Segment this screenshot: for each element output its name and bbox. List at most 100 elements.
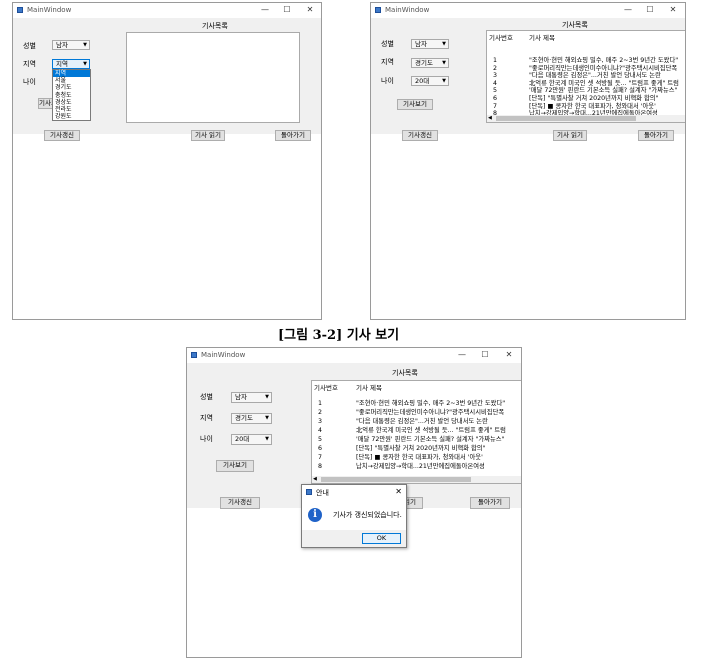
read-article-button-label: 기사 읽기 xyxy=(557,131,583,139)
refresh-articles-button-label: 기사갱신 xyxy=(50,131,74,139)
ok-button[interactable]: OK xyxy=(362,533,401,544)
row-number: 3 xyxy=(318,418,323,425)
age-combo[interactable]: 20대 ▼ xyxy=(231,434,272,445)
back-button[interactable]: 돌아가기 xyxy=(638,130,674,141)
scroll-left-icon[interactable]: ◀ xyxy=(313,476,317,483)
dropdown-item[interactable]: 경상도 xyxy=(53,99,90,106)
age-label: 나이 xyxy=(381,77,394,85)
list-row[interactable]: 6 [단독] "특별사찰 거쳐 2020년까지 비핵화 합의" xyxy=(312,444,521,453)
title-bar[interactable]: MainWindow — ☐ ✕ xyxy=(187,348,521,363)
article-list-empty[interactable] xyxy=(126,32,300,123)
read-article-button[interactable]: 기사 읽기 xyxy=(553,130,587,141)
age-combo-value: 20대 xyxy=(415,77,430,85)
row-number: 1 xyxy=(318,400,323,407)
list-row[interactable]: 3 "다음 대통령은 김정은"...거친 발언 당내서도 논란 xyxy=(312,417,521,426)
region-label: 지역 xyxy=(200,414,213,422)
chevron-down-icon: ▼ xyxy=(265,436,269,442)
region-combo[interactable]: 경기도 ▼ xyxy=(411,58,449,68)
gender-combo[interactable]: 남자 ▼ xyxy=(411,39,449,49)
article-list[interactable]: 기사번호 기사 제목 1 "조현아·현민 해외쇼핑 밀수, 매주 2~3번 9년간… xyxy=(486,30,685,123)
maximize-button[interactable]: ☐ xyxy=(643,5,657,15)
list-row[interactable]: 7 [단독] ■ 콩자한 한국 대표파가, 청와대서 '아웃' xyxy=(312,453,521,462)
region-combo[interactable]: 지역 ▼ xyxy=(52,59,90,69)
region-combo-value: 경기도 xyxy=(235,414,253,422)
maximize-button[interactable]: ☐ xyxy=(280,5,294,15)
dialog-title-bar[interactable]: 안내 ✕ xyxy=(302,485,406,499)
row-number: 2 xyxy=(493,64,498,72)
refresh-articles-button[interactable]: 기사갱신 xyxy=(44,130,80,141)
gender-combo[interactable]: 남자 ▼ xyxy=(231,392,272,403)
scrollbar-thumb[interactable] xyxy=(321,477,471,482)
column-header-number[interactable]: 기사번호 xyxy=(489,32,513,42)
scrollbar-thumb[interactable] xyxy=(496,116,636,121)
ok-button-label: OK xyxy=(376,534,387,542)
region-combo-value: 지역 xyxy=(56,60,68,68)
list-row[interactable]: 2 "좋로머리직만는데생인미수아니냐?"광주택시시비집단폭 xyxy=(312,408,521,417)
app-icon xyxy=(191,352,197,358)
list-column-header: 기사번호 기사 제목 xyxy=(312,381,521,392)
list-row[interactable]: 1 "조현아·현민 해외쇼핑 밀수, 매주 2~3번 9년간 도왔다" xyxy=(487,57,685,65)
column-header-title[interactable]: 기사 제목 xyxy=(529,32,555,42)
view-articles-button[interactable]: 기사보기 xyxy=(216,460,254,472)
list-row[interactable]: 3 "다음 대통령은 김정은"...거친 발언 당내서도 논란 xyxy=(487,72,685,80)
list-row[interactable]: 5 '매달 72만원' 핀란드 기본소득 실패? 설계자 "가짜뉴스" xyxy=(312,435,521,444)
refresh-articles-button[interactable]: 기사갱신 xyxy=(220,497,260,509)
row-title: '매달 72만원' 핀란드 기본소득 실패? 설계자 "가짜뉴스" xyxy=(529,87,678,95)
scroll-left-icon[interactable]: ◀ xyxy=(488,115,492,122)
window-title: MainWindow xyxy=(201,351,246,359)
dropdown-item[interactable]: 충청도 xyxy=(53,92,90,99)
age-combo[interactable]: 20대 ▼ xyxy=(411,76,449,86)
dialog-message: 기사가 갱신되었습니다. xyxy=(333,511,402,519)
window-title: MainWindow xyxy=(385,6,430,14)
list-row[interactable]: 5 '매달 72만원' 핀란드 기본소득 실패? 설계자 "가짜뉴스" xyxy=(487,87,685,95)
row-number: 5 xyxy=(493,87,498,95)
chevron-down-icon: ▼ xyxy=(83,42,87,48)
region-combo-value: 경기도 xyxy=(415,59,433,67)
maximize-button[interactable]: ☐ xyxy=(478,350,492,360)
minimize-button[interactable]: — xyxy=(258,5,272,15)
close-button[interactable]: ✕ xyxy=(303,5,317,15)
app-icon xyxy=(17,7,23,13)
minimize-button[interactable]: — xyxy=(621,5,635,15)
back-button[interactable]: 돌아가기 xyxy=(470,497,510,509)
list-column-header: 기사번호 기사 제목 xyxy=(487,31,685,42)
list-header: 기사목록 xyxy=(392,369,418,377)
region-combo[interactable]: 경기도 ▼ xyxy=(231,413,272,424)
row-title: "조현아·현민 해외쇼핑 밀수, 매주 2~3번 9년간 도왔다" xyxy=(529,57,679,64)
column-header-number[interactable]: 기사번호 xyxy=(314,382,338,392)
article-list[interactable]: 기사번호 기사 제목 1 "조현아·현민 해외쇼핑 밀수, 매주 2~3번 9년간… xyxy=(311,380,521,484)
gender-combo[interactable]: 남자 ▼ xyxy=(52,40,90,50)
minimize-button[interactable]: — xyxy=(455,350,469,360)
list-row[interactable]: 4 北억류 한국계 미국인 셋 석방될 듯... "트럼프 좋게" 트럼 xyxy=(312,426,521,435)
chevron-down-icon: ▼ xyxy=(442,78,446,84)
gender-label: 성별 xyxy=(23,42,36,50)
back-button[interactable]: 돌아가기 xyxy=(275,130,311,141)
row-number: 6 xyxy=(493,94,498,102)
read-article-button[interactable]: 기사 읽기 xyxy=(191,130,225,141)
view-articles-button[interactable]: 기사보기 xyxy=(397,99,433,110)
main-window-2: MainWindow — ☐ ✕ 기사목록 성별 지역 나이 남자 ▼ 경기도 … xyxy=(370,2,686,320)
horizontal-scrollbar[interactable]: ◀ xyxy=(487,115,685,122)
dialog-close-button[interactable]: ✕ xyxy=(395,487,402,496)
title-bar[interactable]: MainWindow — ☐ ✕ xyxy=(371,3,685,18)
gender-label: 성별 xyxy=(200,393,213,401)
info-icon: i xyxy=(308,508,322,522)
row-title: [단독] ■ 콩자한 한국 대표파가, 청와대서 '아웃' xyxy=(356,454,483,461)
title-bar[interactable]: MainWindow — ☐ ✕ xyxy=(13,3,321,18)
horizontal-scrollbar[interactable]: ◀ xyxy=(312,476,521,483)
row-title: "다음 대통령은 김정은"...거친 발언 당내서도 논란 xyxy=(529,72,661,80)
column-header-title[interactable]: 기사 제목 xyxy=(356,382,382,392)
dropdown-item[interactable]: 강원도 xyxy=(53,113,90,120)
list-row[interactable]: 8 납치→강제입양→학대...21년만에집에돌아온여성 xyxy=(312,462,521,471)
list-row[interactable]: 6 [단독] "특별사찰 거쳐 2020년까지 비핵화 합의" xyxy=(487,95,685,103)
refresh-articles-button[interactable]: 기사갱신 xyxy=(402,130,438,141)
gender-combo-value: 남자 xyxy=(415,40,427,48)
age-label: 나이 xyxy=(200,435,213,443)
dropdown-item[interactable]: 경기도 xyxy=(53,84,90,91)
list-row[interactable]: 1 "조현아·현민 해외쇼핑 밀수, 매주 2~3번 9년간 도왔다" xyxy=(312,399,521,408)
close-button[interactable]: ✕ xyxy=(666,5,680,15)
close-button[interactable]: ✕ xyxy=(502,350,516,360)
view-articles-button-label: 기사보기 xyxy=(223,461,247,469)
back-button-label: 돌아가기 xyxy=(281,131,305,139)
region-dropdown-list[interactable]: 지역 서울 경기도 충청도 경상도 전라도 강원도 xyxy=(52,69,91,121)
